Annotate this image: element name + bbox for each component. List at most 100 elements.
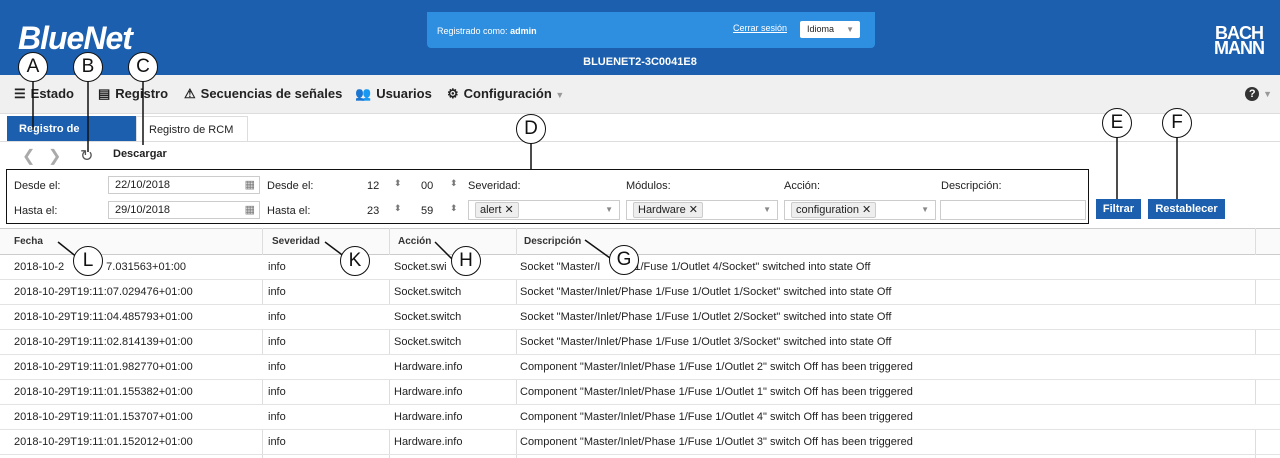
filter-button[interactable]: Filtrar — [1096, 199, 1141, 219]
callout-e: E — [1102, 108, 1132, 138]
nav-estado[interactable]: ☰ Estado — [14, 86, 74, 102]
calendar-icon[interactable]: ▦ — [245, 202, 255, 218]
cell-action: Socket.switch — [394, 336, 462, 348]
callout-h: H — [451, 246, 481, 276]
cell-severity: info — [268, 361, 286, 373]
cell-date: 2018-10-29T19:11:07.029476+01:00 — [14, 286, 193, 298]
next-page-icon[interactable]: ❯ — [48, 146, 61, 166]
document-icon: ▤ — [98, 86, 111, 101]
col-date[interactable]: Fecha — [14, 236, 43, 247]
from-minute-input[interactable]: 00 — [421, 180, 433, 192]
download-button[interactable]: Descargar — [113, 148, 167, 160]
description-label: Descripción: — [941, 180, 1002, 192]
hour-stepper-icon[interactable]: ⬍ — [394, 203, 402, 214]
chevron-down-icon: ▼ — [763, 205, 771, 214]
to-hour-input[interactable]: 23 — [367, 205, 379, 217]
cell-date: 2018-10-29T19:11:04.485793+01:00 — [14, 311, 193, 323]
cell-severity: info — [268, 261, 286, 273]
refresh-icon[interactable]: ↻ — [80, 146, 93, 166]
table-header: Fecha Severidad Acción Descripción — [0, 228, 1280, 255]
table-row[interactable]: 2018-10-29T19:11:04.485793+01:00 info So… — [0, 305, 1280, 330]
table-row[interactable]: 2018-10-29T19:11:01.153707+01:00 info Ha… — [0, 405, 1280, 430]
cell-severity: info — [268, 286, 286, 298]
table-row[interactable]: 2018-10-29T19:11:02.814139+01:00 info So… — [0, 330, 1280, 355]
from-date-label: Desde el: — [14, 180, 61, 192]
callout-l: L — [73, 246, 103, 276]
help-icon: ? — [1245, 87, 1260, 101]
login-status: Registrado como: admin — [437, 26, 537, 36]
to-date-label: Hasta el: — [14, 205, 58, 217]
from-time-label: Desde el: — [267, 180, 314, 192]
cell-date: 2018-10-29T19:11:02.814139+01:00 — [14, 336, 193, 348]
cell-description: Socket "Master/I 1/Fuse 1/Outlet 4/Socket… — [520, 261, 871, 273]
app-header: BlueNet Registrado como: admin Cerrar se… — [0, 0, 1280, 75]
nav-registro[interactable]: ▤ Registro — [98, 86, 168, 102]
chevron-down-icon: ▼ — [846, 25, 854, 34]
warning-icon: ⚠ — [184, 86, 196, 101]
users-icon: 👥 — [355, 86, 372, 101]
description-input[interactable] — [940, 200, 1086, 220]
tab-event-log[interactable]: Registro de eventos — [7, 116, 136, 161]
action-label: Acción: — [784, 180, 821, 192]
help-button[interactable]: ? ▼ — [1245, 84, 1272, 101]
severity-tag[interactable]: alert ✕ — [475, 202, 519, 218]
calendar-icon[interactable]: ▦ — [245, 177, 255, 193]
chevron-down-icon: ▼ — [605, 205, 613, 214]
device-name: BLUENET2-3C0041E8 — [583, 56, 697, 68]
chevron-down-icon: ▼ — [555, 90, 565, 100]
nav-secuencias[interactable]: ⚠ Secuencias de señales — [184, 86, 342, 102]
action-select[interactable]: configuration ✕ ▼ — [784, 200, 936, 220]
table-row[interactable]: 2018-10-29T19:11:01.155382+01:00 info Ha… — [0, 380, 1280, 405]
cell-action: Hardware.info — [394, 361, 463, 373]
cell-action: Socket.switch — [394, 286, 462, 298]
reset-button[interactable]: Restablecer — [1148, 199, 1225, 219]
nav-configuracion[interactable]: ⚙ Configuración ▼ — [447, 86, 564, 102]
callout-b: B — [73, 52, 103, 82]
cell-date: 2018-10-29T19:11:01.153707+01:00 — [14, 411, 193, 423]
modules-tag[interactable]: Hardware ✕ — [633, 202, 703, 218]
cell-action: Socket.switch — [394, 311, 462, 323]
col-description[interactable]: Descripción — [524, 236, 581, 247]
severity-select[interactable]: alert ✕ ▼ — [468, 200, 620, 220]
to-minute-input[interactable]: 59 — [421, 205, 433, 217]
cell-date: 2018-10-29T19:11:01.152012+01:00 — [14, 436, 193, 448]
modules-select[interactable]: Hardware ✕ ▼ — [626, 200, 778, 220]
table-row[interactable]: 2018-10-2 7.031563+01:00 info Socket.swi … — [0, 255, 1280, 280]
prev-page-icon[interactable]: ❮ — [22, 146, 35, 166]
from-hour-input[interactable]: 12 — [367, 180, 379, 192]
callout-c: C — [128, 52, 158, 82]
language-select[interactable]: Idioma ▼ — [800, 21, 860, 38]
logout-link[interactable]: Cerrar sesión — [733, 23, 787, 33]
cell-severity: info — [268, 411, 286, 423]
to-date-input[interactable]: 29/10/2018 ▦ — [108, 201, 260, 219]
callout-a: A — [18, 52, 48, 82]
cell-description: Component "Master/Inlet/Phase 1/Fuse 1/O… — [520, 411, 913, 423]
cell-description: Component "Master/Inlet/Phase 1/Fuse 1/O… — [520, 361, 913, 373]
cell-description: Socket "Master/Inlet/Phase 1/Fuse 1/Outl… — [520, 286, 892, 298]
col-severity[interactable]: Severidad — [272, 236, 320, 247]
cell-action: Hardware.info — [394, 386, 463, 398]
minute-stepper-icon[interactable]: ⬍ — [450, 178, 458, 189]
chevron-down-icon: ▼ — [921, 205, 929, 214]
from-date-input[interactable]: 22/10/2018 ▦ — [108, 176, 260, 194]
cell-description: Socket "Master/Inlet/Phase 1/Fuse 1/Outl… — [520, 311, 892, 323]
bachmann-logo: BACH MANN — [1214, 23, 1265, 58]
cell-action: Hardware.info — [394, 436, 463, 448]
table-row[interactable]: 2018-10-29T19:11:01.152012+01:00 info Ha… — [0, 430, 1280, 455]
chevron-down-icon: ▼ — [1263, 89, 1272, 99]
callout-d: D — [516, 114, 546, 144]
nav-usuarios[interactable]: 👥 Usuarios — [355, 86, 432, 102]
table-row[interactable]: 2018-10-29T19:11:01.982770+01:00 info Ha… — [0, 355, 1280, 380]
tab-rcm-log[interactable]: Registro de RCM — [136, 116, 248, 142]
action-tag[interactable]: configuration ✕ — [791, 202, 877, 218]
col-action[interactable]: Acción — [398, 236, 431, 247]
hour-stepper-icon[interactable]: ⬍ — [394, 178, 402, 189]
callout-k: K — [340, 246, 370, 276]
tab-divider — [0, 141, 1280, 142]
cell-description: Socket "Master/Inlet/Phase 1/Fuse 1/Outl… — [520, 336, 892, 348]
table-row[interactable]: 2018-10-29T19:11:07.029476+01:00 info So… — [0, 280, 1280, 305]
cell-description: Component "Master/Inlet/Phase 1/Fuse 1/O… — [520, 436, 913, 448]
to-time-label: Hasta el: — [267, 205, 311, 217]
cell-severity: info — [268, 436, 286, 448]
minute-stepper-icon[interactable]: ⬍ — [450, 203, 458, 214]
